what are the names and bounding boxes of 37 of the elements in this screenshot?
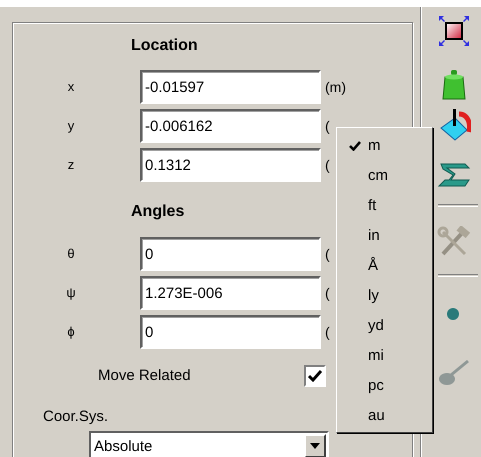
unit-label: ( xyxy=(325,116,330,136)
unit-label: (m) xyxy=(325,78,346,97)
coordinate-label: z xyxy=(68,157,74,172)
menu-item[interactable]: in xyxy=(337,221,432,251)
menu-item[interactable]: mi xyxy=(337,341,432,371)
dropdown-arrow-icon xyxy=(310,443,320,449)
menu-item[interactable]: ft xyxy=(337,191,432,221)
menu-item[interactable]: cm xyxy=(337,161,432,191)
angle-label: ϕ xyxy=(67,324,75,340)
unit-label: ( xyxy=(325,244,330,264)
coor-sys-label: Coor.Sys. xyxy=(43,408,108,425)
menu-item[interactable]: yd xyxy=(337,311,432,341)
menu-item[interactable]: Å xyxy=(337,251,432,281)
coordinate-label: y xyxy=(68,118,74,134)
angles-heading: Angles xyxy=(131,203,184,220)
location-heading: Location xyxy=(131,37,198,54)
menu-item[interactable]: pc xyxy=(337,371,432,401)
coordinate-field[interactable]: -0.01597 xyxy=(140,70,321,104)
menu-item[interactable]: au xyxy=(337,401,432,431)
angle-field[interactable]: 0 xyxy=(140,237,321,271)
unit-label: ( xyxy=(325,322,330,342)
move-related-checkbox[interactable] xyxy=(304,365,326,387)
unit-label: ( xyxy=(325,284,330,303)
coordinate-label: x xyxy=(68,79,74,94)
menu-item[interactable]: ly xyxy=(337,281,432,311)
coor-sys-dropdown[interactable]: Absolute xyxy=(89,431,329,457)
angle-field[interactable]: 1.273E-006 xyxy=(140,276,321,310)
angle-field[interactable]: 0 xyxy=(140,315,321,349)
frame-select-icon[interactable] xyxy=(437,14,471,48)
menu-item[interactable]: m xyxy=(337,131,432,161)
angle-label: ψ xyxy=(66,285,76,300)
move-related-label: Move Related xyxy=(98,367,191,384)
angle-label: θ xyxy=(67,246,75,262)
checkmark-icon xyxy=(308,370,322,382)
coordinate-field[interactable]: -0.006162 xyxy=(140,109,321,143)
coordinate-field[interactable]: 0.1312 xyxy=(140,148,321,182)
unit-label: ( xyxy=(325,156,330,175)
